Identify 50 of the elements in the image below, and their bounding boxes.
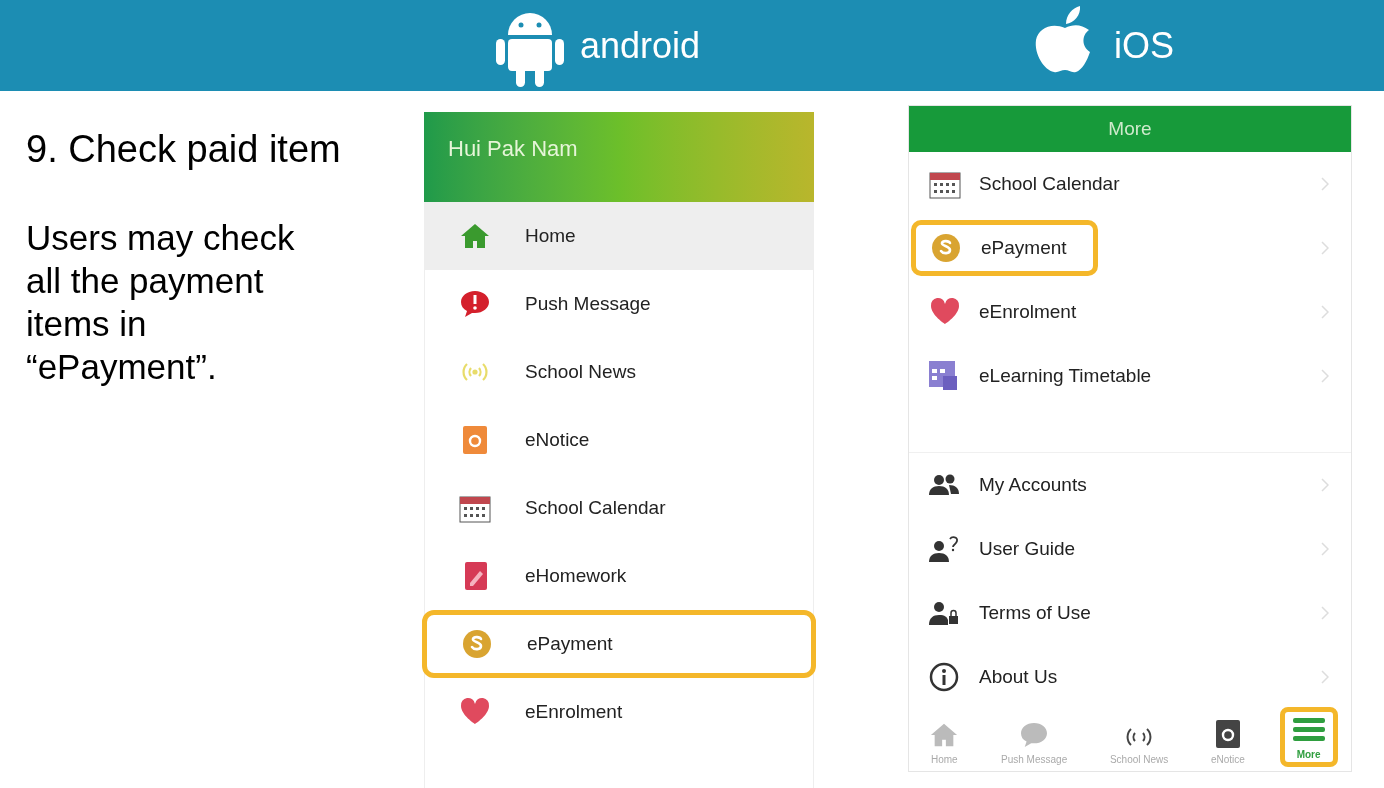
menu-item[interactable]: School News xyxy=(425,338,813,406)
calendar-icon xyxy=(929,169,961,199)
heart-icon xyxy=(929,297,961,327)
menu-item[interactable]: About Us xyxy=(909,649,1084,705)
chevron-right-icon xyxy=(1321,478,1329,492)
chevron-right-icon xyxy=(1321,241,1329,255)
menu-icon xyxy=(1292,717,1325,743)
coin-icon xyxy=(462,629,492,659)
menu-item[interactable]: eHomework xyxy=(425,542,813,610)
menu-item[interactable]: eEnrolment xyxy=(425,678,813,746)
notice-icon xyxy=(463,426,487,454)
chevron-right-icon xyxy=(1321,606,1329,620)
menu-item[interactable]: Home xyxy=(425,202,813,270)
chevron-right-icon xyxy=(1321,670,1329,684)
platform-label: iOS xyxy=(1114,23,1175,68)
people-icon xyxy=(929,473,959,497)
help-person-icon xyxy=(929,535,961,563)
home-icon xyxy=(460,223,490,249)
instruction-text: Users may check all the payment items in “ePayment”. xyxy=(26,217,296,388)
speech-bubble-icon xyxy=(460,290,490,318)
platform-label: android xyxy=(580,23,701,68)
chevron-right-icon xyxy=(1321,369,1329,383)
menu-item[interactable]: School Calendar xyxy=(909,156,1146,212)
screen-title: More xyxy=(909,106,1351,152)
coin-icon xyxy=(931,233,961,263)
menu-item[interactable]: eEnrolment xyxy=(909,284,1103,340)
tab-bar-item[interactable]: More xyxy=(1279,707,1338,767)
person-lock-icon xyxy=(929,600,959,626)
menu-item[interactable]: Push Message xyxy=(425,270,813,338)
menu-item[interactable]: eNotice xyxy=(425,406,813,474)
heart-icon xyxy=(459,697,491,727)
speech-bubble-icon xyxy=(1020,722,1049,748)
timetable-icon xyxy=(929,361,959,391)
chevron-right-icon xyxy=(1321,177,1329,191)
menu-item[interactable]: eLearning Timetable xyxy=(909,348,1178,404)
chevron-right-icon xyxy=(1321,542,1329,556)
chevron-right-icon xyxy=(1321,305,1329,319)
menu-item[interactable]: ePayment xyxy=(422,610,816,678)
calendar-icon xyxy=(459,493,491,523)
menu-item[interactable]: User Guide xyxy=(909,521,1102,577)
menu-item[interactable]: My Accounts xyxy=(909,457,1113,513)
user-name: Hui Pak Nam xyxy=(448,135,579,163)
step-heading: 9. Check paid item xyxy=(26,127,342,172)
menu-item[interactable]: School Calendar xyxy=(425,474,813,542)
menu-item[interactable]: Terms of Use xyxy=(909,585,1117,641)
broadcast-icon xyxy=(460,361,490,383)
menu-item[interactable]: ePayment xyxy=(911,220,1098,276)
home-icon xyxy=(930,722,959,748)
notice-icon xyxy=(1215,720,1240,748)
info-icon xyxy=(929,662,959,692)
